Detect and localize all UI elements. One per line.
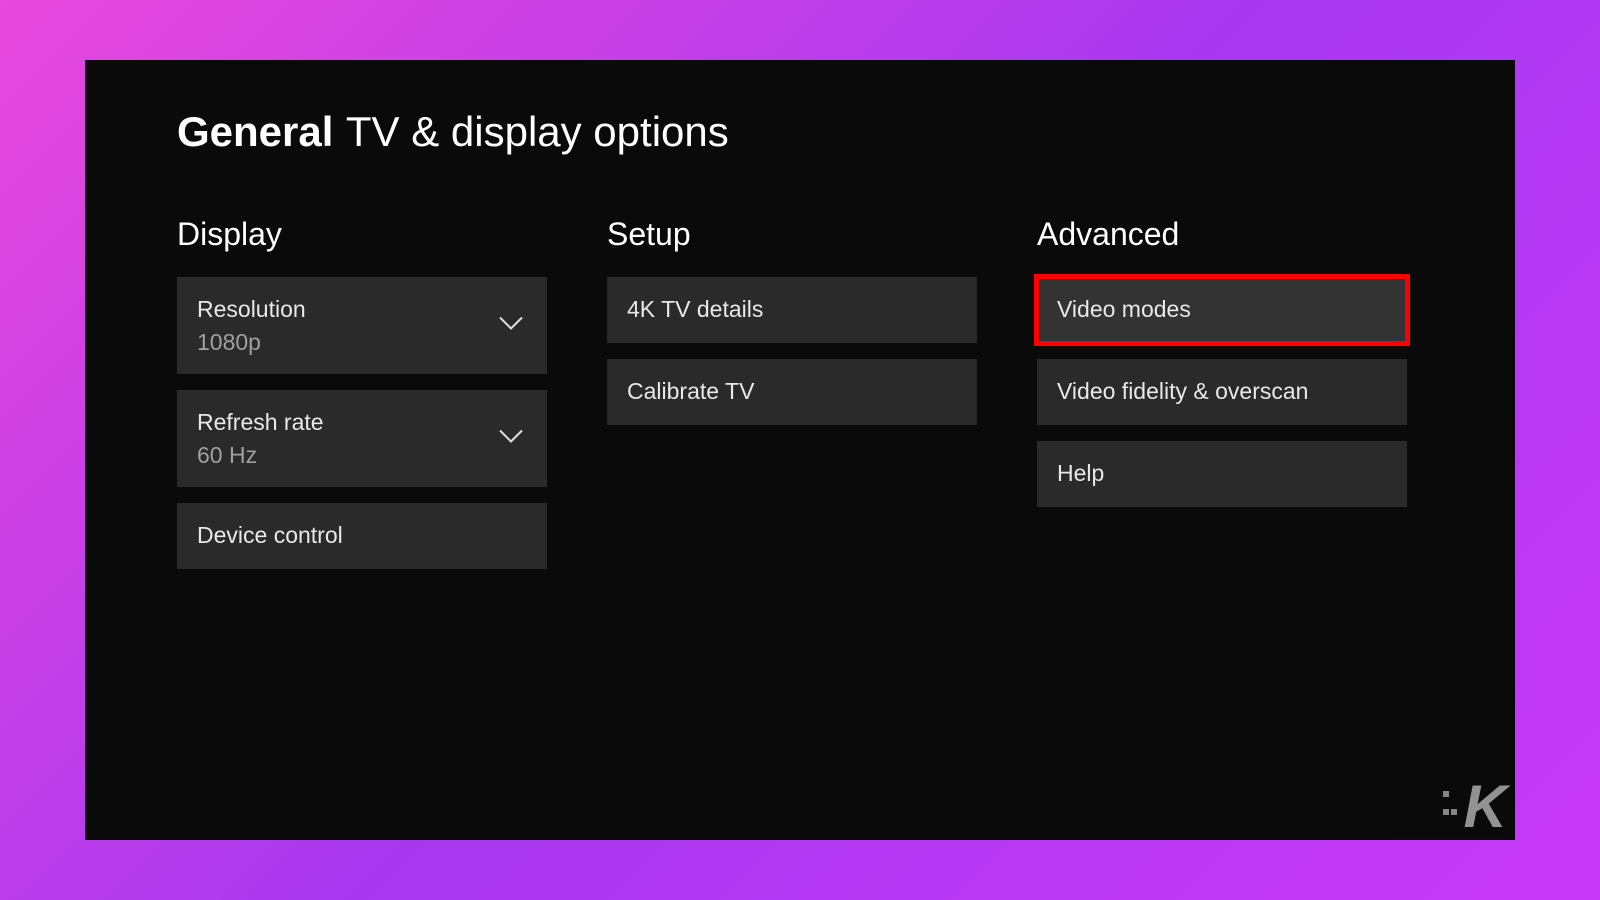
chevron-down-icon xyxy=(497,314,525,337)
4k-tv-details-button[interactable]: 4K TV details xyxy=(607,277,977,343)
title-bold: General xyxy=(177,108,333,155)
calibrate-tv-button[interactable]: Calibrate TV xyxy=(607,359,977,425)
video-modes-label: Video modes xyxy=(1057,295,1387,325)
chevron-down-icon xyxy=(497,427,525,450)
help-button[interactable]: Help xyxy=(1037,441,1407,507)
display-header: Display xyxy=(177,216,547,253)
watermark: K xyxy=(1464,783,1507,832)
resolution-value: 1080p xyxy=(197,329,527,356)
settings-screen: General TV & display options Display Res… xyxy=(85,60,1515,840)
setup-header: Setup xyxy=(607,216,977,253)
watermark-letter: K xyxy=(1464,773,1507,840)
4k-tv-details-label: 4K TV details xyxy=(627,295,957,325)
help-label: Help xyxy=(1057,459,1387,489)
page-title: General TV & display options xyxy=(177,108,1423,156)
refresh-rate-dropdown[interactable]: Refresh rate 60 Hz xyxy=(177,390,547,487)
video-fidelity-label: Video fidelity & overscan xyxy=(1057,377,1387,407)
advanced-header: Advanced xyxy=(1037,216,1407,253)
video-fidelity-button[interactable]: Video fidelity & overscan xyxy=(1037,359,1407,425)
video-modes-button[interactable]: Video modes xyxy=(1037,277,1407,343)
resolution-label: Resolution xyxy=(197,295,527,325)
columns-container: Display Resolution 1080p Refresh rate 60… xyxy=(177,216,1423,585)
refresh-value: 60 Hz xyxy=(197,442,527,469)
advanced-column: Advanced Video modes Video fidelity & ov… xyxy=(1037,216,1407,585)
display-column: Display Resolution 1080p Refresh rate 60… xyxy=(177,216,547,585)
setup-column: Setup 4K TV details Calibrate TV xyxy=(607,216,977,585)
calibrate-tv-label: Calibrate TV xyxy=(627,377,957,407)
device-control-button[interactable]: Device control xyxy=(177,503,547,569)
refresh-label: Refresh rate xyxy=(197,408,527,438)
title-rest: TV & display options xyxy=(346,108,729,155)
watermark-dots-icon xyxy=(1442,785,1458,821)
device-control-label: Device control xyxy=(197,521,527,551)
resolution-dropdown[interactable]: Resolution 1080p xyxy=(177,277,547,374)
